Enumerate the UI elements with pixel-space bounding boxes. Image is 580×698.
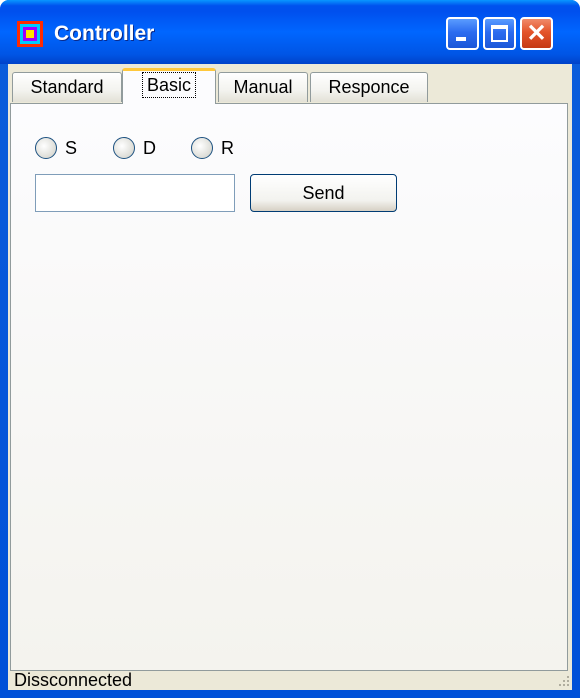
tab-manual[interactable]: Manual (218, 72, 308, 102)
radio-label: D (143, 137, 156, 158)
tab-label: Responce (328, 77, 410, 97)
window-title: Controller (54, 22, 155, 45)
tab-strip: Standard Basic Manual Responce (12, 68, 572, 104)
tab-basic[interactable]: Basic (122, 68, 216, 104)
app-icon[interactable] (17, 21, 43, 47)
tab-label: Standard (30, 77, 104, 97)
radio-r[interactable]: R (191, 134, 234, 162)
radio-circle-icon[interactable] (191, 137, 213, 159)
close-button[interactable]: ✕ (520, 17, 553, 50)
radio-label: R (221, 137, 234, 158)
minimize-button[interactable] (446, 17, 479, 50)
resize-grip-icon[interactable] (556, 674, 570, 688)
radio-circle-icon[interactable] (113, 137, 135, 159)
radio-s[interactable]: S (35, 134, 77, 162)
maximize-button[interactable] (483, 17, 516, 50)
client-area: Standard Basic Manual Responce S D R Sen… (8, 64, 572, 690)
radio-label: S (65, 137, 78, 158)
minimize-icon (456, 37, 466, 41)
tab-label: Basic (141, 72, 196, 98)
send-button[interactable]: Send (250, 174, 397, 212)
maximize-icon (491, 25, 508, 42)
titlebar[interactable]: Controller ✕ (0, 0, 580, 64)
status-text: Dissconnected (14, 670, 133, 690)
tab-responce[interactable]: Responce (310, 72, 428, 102)
window-frame: Controller ✕ Standard Basic Manual Respo… (0, 0, 580, 698)
command-input[interactable] (35, 174, 235, 212)
status-bar: Dissconnected (8, 670, 572, 690)
tab-panel-basic: S D R Send (10, 103, 568, 671)
radio-circle-icon[interactable] (35, 137, 57, 159)
tab-label: Manual (233, 77, 293, 97)
close-icon: ✕ (526, 20, 547, 47)
radio-d[interactable]: D (113, 134, 156, 162)
tab-standard[interactable]: Standard (12, 72, 122, 102)
